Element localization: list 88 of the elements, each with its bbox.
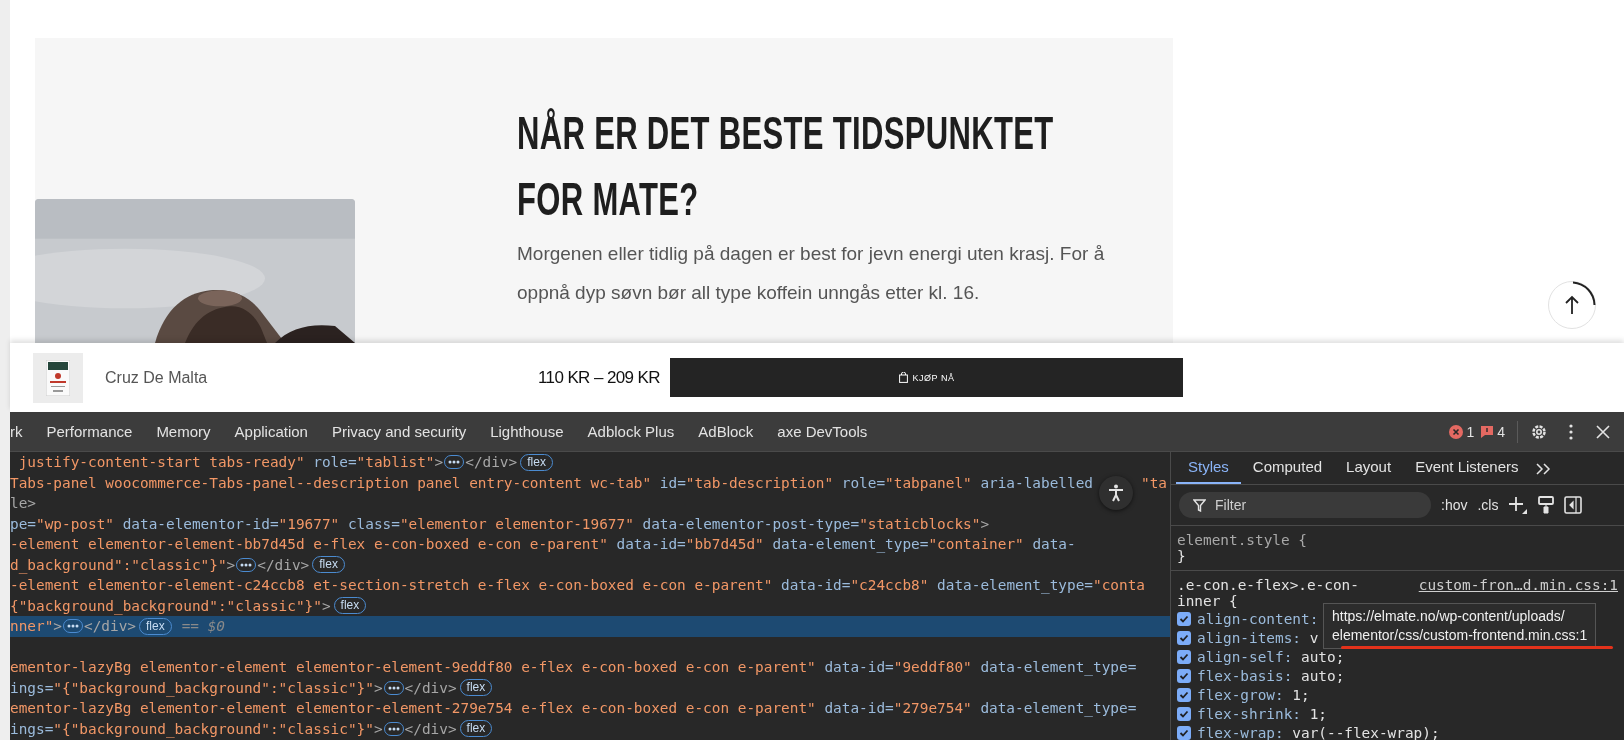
devtools-tab[interactable]: rk — [10, 423, 35, 440]
devtools-tab[interactable]: AdBlock — [686, 423, 766, 440]
devtools-tab[interactable]: Lighthouse — [478, 423, 576, 440]
css-brace: } — [1177, 548, 1186, 564]
styles-tab[interactable]: Layout — [1334, 458, 1404, 484]
property-checkbox[interactable] — [1177, 630, 1191, 645]
scroll-to-top-button[interactable] — [1548, 281, 1596, 329]
sidebar-toggle-icon[interactable] — [1564, 496, 1583, 514]
code-text: -element elementor-element-bb7d45d e-flex e-con-boxed e-con e-parent" data-id="bb7d45d" data-element_type="container" data- — [10, 536, 1076, 553]
heading: NÅR ER DET BESTE TIDSPUNKTET FOR MATE? — [517, 105, 1055, 227]
css-declaration[interactable]: flex-shrink: 1; — [1197, 705, 1327, 722]
bag-icon — [898, 372, 908, 383]
accessibility-button[interactable] — [1099, 475, 1133, 510]
ellipsis-icon[interactable] — [383, 721, 404, 736]
filter-icon — [1193, 499, 1206, 512]
css-declaration[interactable]: flex-wrap: var(--flex-wrap); — [1197, 724, 1440, 740]
buy-button[interactable]: KJØP NÅ — [670, 358, 1183, 397]
ellipsis-icon[interactable] — [383, 680, 404, 695]
property-checkbox[interactable] — [1177, 725, 1191, 740]
code-text: </div> — [404, 679, 457, 696]
code-text: </div> — [84, 618, 136, 635]
checkmark-icon — [1179, 708, 1189, 719]
css-declaration[interactable]: flex-basis: auto; — [1197, 667, 1345, 684]
close-icon[interactable] — [1596, 424, 1610, 439]
hov-toggle[interactable]: :hov — [1441, 497, 1468, 513]
ellipsis-icon[interactable] — [444, 455, 465, 470]
code-text: ementor-lazyBg elementor-element elementor-element-279e754 e-flex e-con-boxed e-con e-parent" data-id="279e754" data-element_type= — [10, 700, 1137, 717]
devtools-tab[interactable]: axe DevTools — [765, 423, 880, 440]
code-text: {"background_background":"classic"}"> — [10, 597, 331, 614]
devtools-tab[interactable]: Performance — [34, 423, 145, 440]
code-text: ementor-lazyBg elementor-element elementor-element-9eddf80 e-flex e-con-boxed e-con e-parent" data-id="9eddf80" data-element_type= — [10, 659, 1137, 676]
devtools-tab[interactable]: Adblock Plus — [575, 423, 687, 440]
scroll-progress-arc — [1572, 281, 1596, 307]
code-text: le> — [10, 495, 36, 512]
property-checkbox[interactable] — [1177, 706, 1191, 721]
css-selector: element.style { — [1177, 532, 1308, 548]
product-name: Cruz De Malta — [105, 368, 209, 387]
property-checkbox[interactable] — [1177, 668, 1191, 683]
code-text: </div> — [465, 454, 518, 471]
code-text: ings="{"background_background":"classic"}"> — [10, 720, 383, 737]
ellipsis-icon[interactable] — [236, 557, 257, 572]
devtools-tab[interactable]: Privacy and security — [319, 423, 479, 440]
devtools-tab[interactable]: Memory — [144, 423, 223, 440]
filter-field[interactable]: Filter — [1179, 492, 1431, 518]
error-count[interactable]: 1 — [1449, 423, 1475, 440]
ellipsis-icon[interactable] — [63, 619, 83, 634]
selected-dom-row[interactable]: nner"> </div> flex == $0 — [10, 616, 1170, 637]
css-declaration[interactable]: align-content: — [1197, 610, 1319, 627]
price: 110 KR – 209 KR — [537, 367, 660, 388]
code-text: "ta — [1141, 474, 1167, 491]
url-tooltip: https://elmate.no/wp-content/uploads/ elementor/css/custom-frontend.min.css:1 — [1323, 603, 1597, 649]
css-declaration[interactable]: align-self: auto; — [1197, 648, 1345, 665]
plus-icon[interactable] — [1508, 496, 1529, 514]
product-thumbnail — [33, 352, 83, 403]
styles-tab[interactable]: Styles — [1176, 458, 1241, 484]
property-checkbox[interactable] — [1177, 611, 1191, 626]
code-text: ings="{"background_background":"classic"}"> — [10, 679, 383, 696]
checkmark-icon — [1179, 670, 1189, 681]
paragraph: Morgenen eller tidlig på dagen er best for jevn energi uten krasj. For å oppnå dyp søvn bør all type koffein unngås etter kl. 16. — [517, 242, 1106, 305]
code-text: justify-content-start tabs-ready" role="tablist"> — [17, 454, 444, 471]
issue-count[interactable]: 4 — [1480, 423, 1505, 440]
error-icon — [1449, 424, 1464, 439]
code-text: d_background":"classic"}"> — [10, 556, 236, 573]
css-declaration[interactable]: align-items: v — [1197, 629, 1319, 646]
code-text: pe="wp-post" data-elementor-id="19677" class="elementor elementor-19677" data-elementor-post-type="staticblocks"> — [10, 515, 990, 532]
code-text: </div> — [404, 720, 457, 737]
settings-icon[interactable] — [1530, 422, 1548, 441]
property-checkbox[interactable] — [1177, 687, 1191, 702]
checkmark-icon — [1179, 632, 1189, 643]
devtools-tab[interactable]: Application — [222, 423, 320, 440]
checkmark-icon — [1179, 613, 1189, 624]
paint-brush-icon[interactable] — [1538, 496, 1555, 514]
code-text: nner"> — [10, 618, 62, 635]
styles-tab[interactable]: Event Listeners — [1403, 458, 1531, 484]
accessibility-icon — [1108, 483, 1124, 502]
code-text: Tabs-panel woocommerce-Tabs-panel--description panel entry-content wc-tab" id="tab-description" role="tabpanel" aria-labelled — [10, 474, 1093, 491]
code-text: </div> — [257, 556, 310, 573]
code-text: == $0 — [181, 618, 225, 635]
cls-toggle[interactable]: .cls — [1477, 497, 1499, 513]
checkmark-icon — [1179, 651, 1189, 662]
styles-tab[interactable]: Computed — [1240, 458, 1335, 484]
issue-icon — [1480, 424, 1495, 439]
property-checkbox[interactable] — [1177, 649, 1191, 664]
css-declaration[interactable]: flex-grow: 1; — [1197, 686, 1310, 703]
arrow-up-icon — [1564, 295, 1580, 315]
checkmark-icon — [1179, 689, 1189, 700]
checkmark-icon — [1179, 727, 1189, 738]
code-text: -element elementor-element-c24ccb8 et-section-stretch e-flex e-con-boxed e-con e-parent" data-id="c24ccb8" data-element_type="conta — [10, 577, 1145, 594]
